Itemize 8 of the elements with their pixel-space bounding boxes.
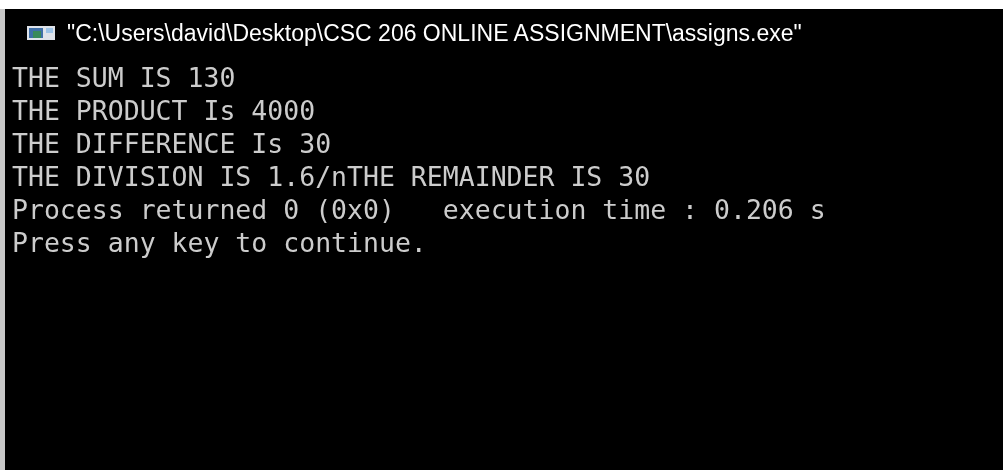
window-title: "C:\Users\david\Desktop\CSC 206 ONLINE ASSIGNMENT\assigns.exe": [67, 19, 802, 47]
console-output-line: THE DIVISION IS 1.6/nTHE REMAINDER IS 30: [12, 160, 651, 193]
console-output-line: THE DIFFERENCE Is 30: [12, 127, 332, 160]
console-output-line: Press any key to continue.: [12, 226, 427, 259]
console-output-line: THE SUM IS 130: [12, 61, 236, 94]
console-app-icon: [27, 26, 55, 40]
console-output-line: THE PRODUCT Is 4000: [12, 94, 316, 127]
console-output-line: Process returned 0 (0x0) execution time : 0.206 s: [12, 193, 826, 226]
